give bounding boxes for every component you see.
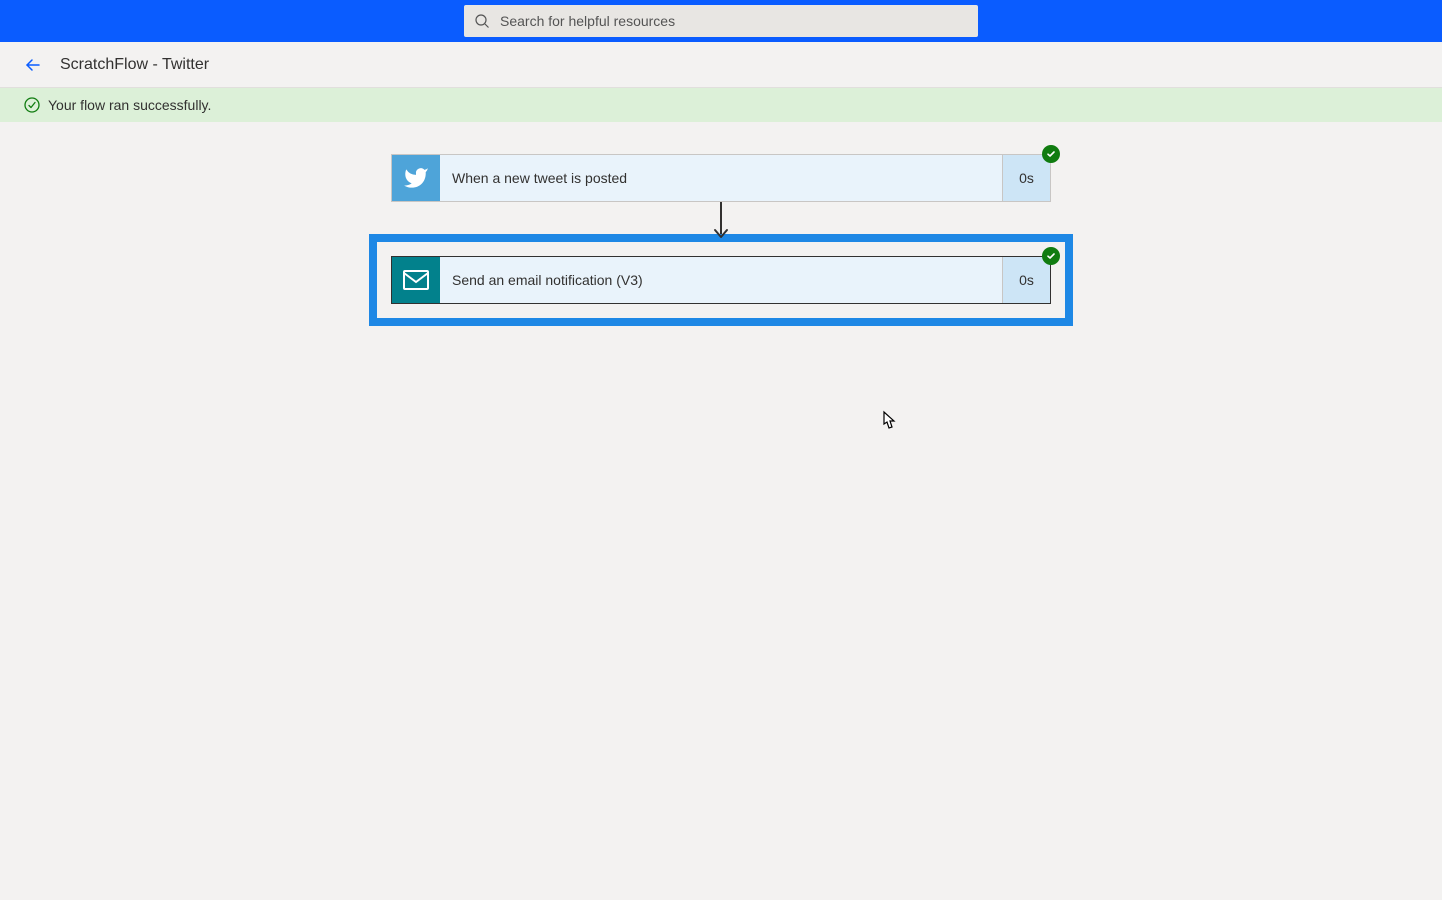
flow-step-label: When a new tweet is posted bbox=[440, 155, 1002, 201]
flow-canvas: When a new tweet is posted 0s Send an em… bbox=[0, 122, 1442, 326]
back-button[interactable] bbox=[24, 56, 42, 74]
arrow-left-icon bbox=[24, 56, 42, 74]
status-banner: Your flow ran successfully. bbox=[0, 88, 1442, 122]
email-icon bbox=[392, 257, 440, 303]
twitter-icon bbox=[392, 155, 440, 201]
page-title: ScratchFlow - Twitter bbox=[60, 56, 209, 74]
arrow-down-icon bbox=[713, 228, 729, 240]
search-input[interactable]: Search for helpful resources bbox=[464, 5, 978, 37]
status-message: Your flow ran successfully. bbox=[48, 97, 211, 113]
flow-step-duration: 0s bbox=[1002, 155, 1050, 201]
flow-step-duration: 0s bbox=[1002, 257, 1050, 303]
success-icon bbox=[24, 97, 40, 113]
step-success-badge bbox=[1042, 247, 1060, 265]
check-icon bbox=[1046, 149, 1056, 159]
flow-step-label: Send an email notification (V3) bbox=[440, 257, 1002, 303]
flow-connector bbox=[720, 202, 722, 234]
step-highlight: Send an email notification (V3) 0s bbox=[369, 234, 1073, 326]
check-icon bbox=[1046, 251, 1056, 261]
flow-step-trigger[interactable]: When a new tweet is posted 0s bbox=[391, 154, 1051, 202]
title-bar: ScratchFlow - Twitter bbox=[0, 42, 1442, 88]
search-icon bbox=[474, 13, 490, 29]
top-bar: Search for helpful resources bbox=[0, 0, 1442, 42]
flow-step-action[interactable]: Send an email notification (V3) 0s bbox=[391, 256, 1051, 304]
search-placeholder: Search for helpful resources bbox=[500, 13, 675, 29]
cursor-pointer-icon bbox=[878, 410, 898, 434]
step-success-badge bbox=[1042, 145, 1060, 163]
